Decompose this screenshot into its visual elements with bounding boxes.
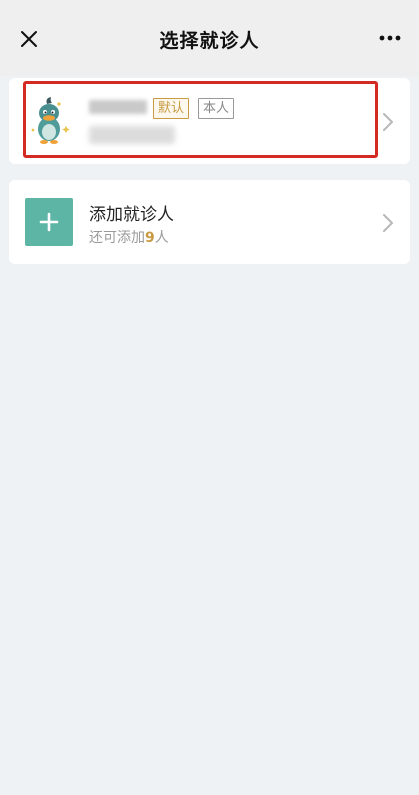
subtitle-prefix: 还可添加 [89,230,145,246]
plus-icon [39,212,59,232]
patient-card[interactable]: 默认 本人 [9,78,410,164]
page: 选择就诊人 默认 本人 添加就诊人 还可添加9人 [0,0,419,795]
selection-highlight [23,81,378,158]
page-title: 选择就诊人 [159,30,260,52]
patient-info-redacted [89,126,175,144]
subtitle-suffix: 人 [154,230,169,246]
more-horizontal-icon [379,35,401,41]
add-patient-subtitle: 还可添加9人 [89,227,169,247]
patient-name-redacted [89,100,147,114]
chevron-right-icon [383,214,393,232]
more-button[interactable] [375,26,405,50]
self-tag: 本人 [198,98,235,119]
add-patient-title: 添加就诊人 [89,205,174,225]
nav-header: 选择就诊人 [0,0,419,76]
add-patient-card[interactable]: 添加就诊人 还可添加9人 [9,180,410,264]
remaining-count: 9 [145,230,155,246]
default-tag: 默认 [153,98,190,119]
duck-mascot-avatar [27,96,73,146]
add-patient-icon-box [25,198,73,246]
chevron-right-icon [383,113,393,131]
